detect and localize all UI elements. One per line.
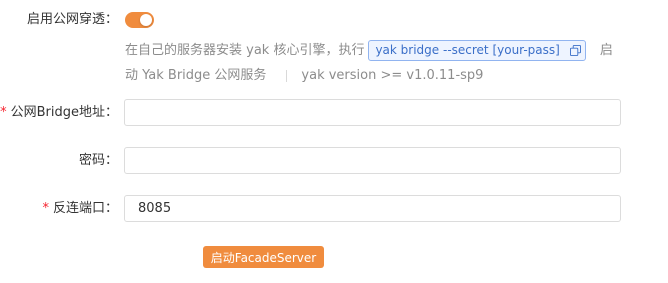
command-tag: yak bridge --secret [your-pass] [368, 40, 586, 61]
public-tunnel-toggle[interactable] [125, 12, 154, 28]
reverse-port-input[interactable] [124, 195, 621, 222]
bridge-address-label: * 公网Bridge地址： [0, 105, 118, 120]
toggle-knob [140, 14, 152, 26]
required-mark: * [0, 105, 7, 120]
help-suffix: 启 [599, 43, 613, 58]
reverse-port-label: * 反连端口： [42, 201, 118, 216]
password-label: 密码： [78, 153, 118, 168]
bridge-address-input[interactable] [124, 99, 621, 126]
command-text: yak bridge --secret [your-pass] [375, 43, 560, 57]
copy-icon[interactable] [569, 45, 581, 56]
public-tunnel-label: 启用公网穿透： [26, 12, 118, 27]
version-note: yak version >= v1.0.11-sp9 [301, 68, 484, 83]
help-line-2: 动 Yak Bridge 公网服务 yak version >= v1.0.11… [125, 63, 625, 88]
required-mark: * [42, 201, 49, 216]
help-prefix: 在自己的服务器安装 yak 核心引擎，执行 [125, 43, 365, 58]
divider [286, 69, 288, 82]
password-input[interactable] [124, 147, 621, 174]
public-tunnel-help: 在自己的服务器安装 yak 核心引擎，执行 yak bridge --secre… [125, 38, 625, 88]
help-line-1: 在自己的服务器安装 yak 核心引擎，执行 yak bridge --secre… [125, 38, 625, 63]
start-facade-server-button[interactable]: 启动FacadeServer [203, 246, 324, 268]
help-line-2-text: 动 Yak Bridge 公网服务 [125, 68, 267, 83]
